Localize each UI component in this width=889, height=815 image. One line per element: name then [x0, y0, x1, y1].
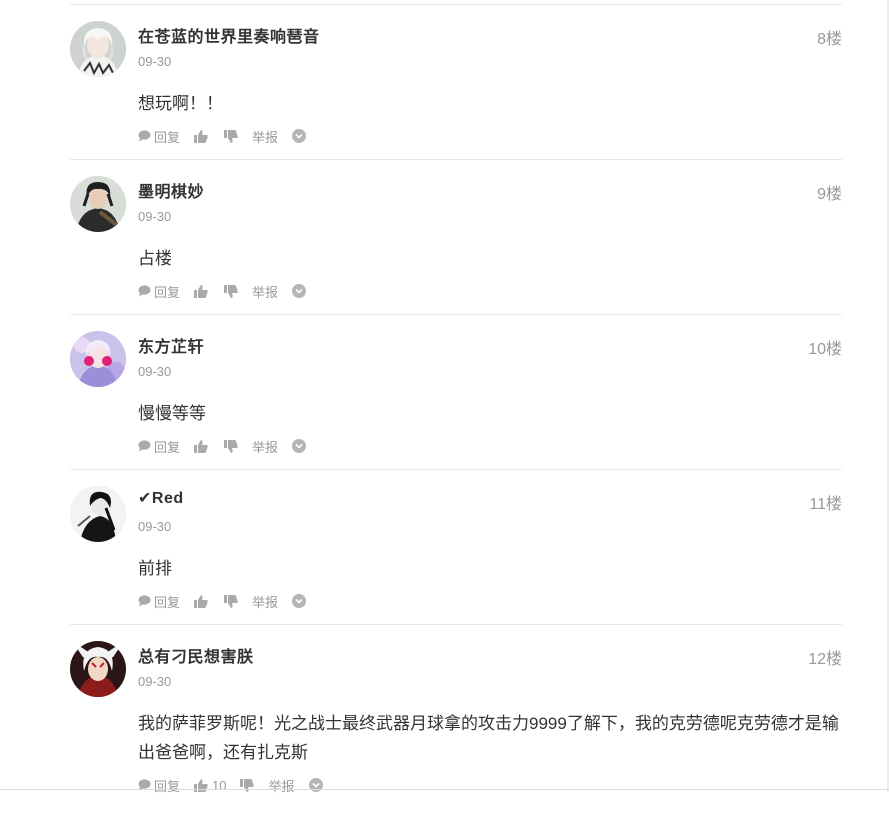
- comment-item: 东方芷轩 09-30 10楼 慢慢等等 回复 举报: [70, 315, 842, 470]
- comment-item: 墨明棋妙 09-30 9楼 占楼 回复 举报: [70, 160, 842, 315]
- username[interactable]: 在苍蓝的世界里奏响琶音: [138, 23, 320, 47]
- report-button[interactable]: 举报: [252, 127, 278, 146]
- more-options-button[interactable]: [292, 594, 307, 608]
- like-button[interactable]: [194, 439, 208, 453]
- like-count: 10: [212, 777, 227, 793]
- username[interactable]: ✔Red: [138, 488, 184, 508]
- chevron-down-circle-icon: [292, 594, 307, 608]
- username[interactable]: 墨明棋妙: [138, 178, 204, 202]
- comment-list: 在苍蓝的世界里奏响琶音 09-30 8楼 想玩啊！！ 回复 举报 墨明棋妙 09…: [70, 0, 842, 815]
- comment-actions: 回复 举报: [138, 282, 307, 301]
- like-button[interactable]: [194, 594, 208, 608]
- thumbs-down-icon: [224, 284, 238, 298]
- floor-number: 12楼: [808, 651, 842, 668]
- reply-button[interactable]: 回复: [138, 437, 194, 456]
- comment-actions: 回复 举报: [138, 592, 307, 611]
- reply-label: 回复: [154, 594, 181, 610]
- chevron-down-circle-icon: [292, 129, 307, 143]
- like-button[interactable]: 10: [194, 778, 240, 793]
- report-button[interactable]: 举报: [252, 592, 278, 611]
- comment-text: 想玩啊！！: [138, 94, 223, 113]
- thumbs-down-icon: [224, 594, 238, 608]
- floor-number: 11楼: [809, 496, 842, 513]
- comment-date: 09-30: [138, 54, 172, 69]
- dislike-button[interactable]: [224, 129, 238, 143]
- comment-item: 在苍蓝的世界里奏响琶音 09-30 8楼 想玩啊！！ 回复 举报: [70, 5, 842, 160]
- more-options-button[interactable]: [292, 129, 307, 143]
- report-button[interactable]: 举报: [252, 282, 278, 301]
- like-button[interactable]: [194, 129, 208, 143]
- comment-actions: 回复 举报: [138, 127, 307, 146]
- comment-item: ✔Red 09-30 11楼 前排 回复 举报: [70, 470, 842, 625]
- comment-date: 09-30: [138, 364, 172, 379]
- reply-label: 回复: [154, 129, 181, 145]
- reply-label: 回复: [154, 284, 181, 300]
- chat-bubble-icon: [138, 285, 151, 297]
- comment-text: 我的萨菲罗斯呢！光之战士最终武器月球拿的攻击力9999了解下，我的克劳德呢克劳德…: [138, 714, 839, 762]
- like-button[interactable]: [194, 284, 208, 298]
- comment-date: 09-30: [138, 519, 172, 534]
- reply-label: 回复: [154, 439, 181, 455]
- more-options-button[interactable]: [292, 439, 307, 453]
- report-button[interactable]: 举报: [252, 437, 278, 456]
- username[interactable]: 总有刁民想害朕: [138, 643, 254, 667]
- chevron-down-circle-icon: [292, 284, 307, 298]
- reply-button[interactable]: 回复: [138, 282, 194, 301]
- chat-bubble-icon: [138, 595, 151, 607]
- comment-item: 总有刁民想害朕 09-30 12楼 我的萨菲罗斯呢！光之战士最终武器月球拿的攻击…: [70, 625, 842, 815]
- comment-text: 前排: [138, 559, 172, 578]
- reply-button[interactable]: 回复: [138, 592, 194, 611]
- dislike-button[interactable]: [224, 284, 238, 298]
- thumbs-up-icon: [194, 284, 208, 298]
- comment-date: 09-30: [138, 674, 172, 689]
- floor-number: 8楼: [817, 31, 842, 48]
- thumbs-down-icon: [224, 439, 238, 453]
- chat-bubble-icon: [138, 130, 151, 142]
- avatar[interactable]: [70, 641, 126, 697]
- floor-number: 10楼: [808, 341, 842, 358]
- avatar[interactable]: [70, 486, 126, 542]
- avatar[interactable]: [70, 331, 126, 387]
- floor-number: 9楼: [817, 186, 842, 203]
- dislike-button[interactable]: [224, 594, 238, 608]
- comment-text: 占楼: [138, 249, 172, 268]
- comment-actions: 回复 10 举报: [138, 777, 323, 794]
- thumbs-up-icon: [194, 594, 208, 608]
- dislike-button[interactable]: [224, 439, 238, 453]
- comment-text: 慢慢等等: [138, 404, 206, 423]
- thumbs-up-icon: [194, 439, 208, 453]
- username[interactable]: 东方芷轩: [138, 333, 204, 357]
- reply-button[interactable]: 回复: [138, 127, 194, 146]
- avatar[interactable]: [70, 176, 126, 232]
- comment-date: 09-30: [138, 209, 172, 224]
- divider: [0, 789, 889, 790]
- thumbs-down-icon: [224, 129, 238, 143]
- comment-actions: 回复 举报: [138, 437, 307, 456]
- chevron-down-circle-icon: [292, 439, 307, 453]
- avatar[interactable]: [70, 21, 126, 77]
- more-options-button[interactable]: [292, 284, 307, 298]
- chat-bubble-icon: [138, 440, 151, 452]
- thumbs-up-icon: [194, 129, 208, 143]
